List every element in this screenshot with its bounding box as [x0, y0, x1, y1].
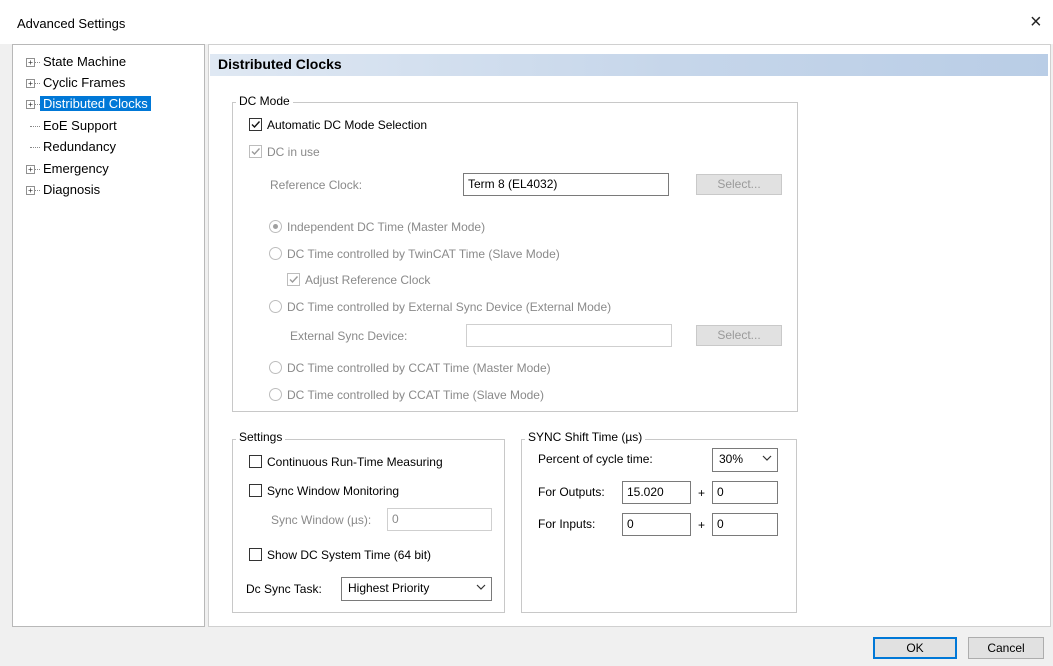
- tree-item-emergency[interactable]: + Emergency: [26, 160, 112, 178]
- title-bar: [0, 0, 1053, 44]
- tree-item-label: EoE Support: [43, 118, 117, 133]
- auto-dc-mode-checkbox[interactable]: [249, 118, 262, 131]
- radio-ccat-slave-mode[interactable]: [269, 388, 282, 401]
- for-inputs-offset-field[interactable]: 0: [712, 513, 778, 536]
- continuous-runtime-checkbox[interactable]: [249, 455, 262, 468]
- for-outputs-offset-field[interactable]: 0: [712, 481, 778, 504]
- dc-sync-task-dropdown[interactable]: Highest Priority: [341, 577, 492, 601]
- external-sync-device-label: External Sync Device:: [290, 329, 408, 343]
- tree-item-cyclic-frames[interactable]: + Cyclic Frames: [26, 74, 128, 92]
- dc-sync-task-label: Dc Sync Task:: [246, 582, 322, 596]
- adjust-reference-clock-checkbox[interactable]: [287, 273, 300, 286]
- radio-label: DC Time controlled by CCAT Time (Master …: [287, 361, 551, 375]
- radio-label: Independent DC Time (Master Mode): [287, 220, 486, 234]
- external-sync-select-button[interactable]: Select...: [696, 325, 782, 346]
- show-dc-system-time-checkbox[interactable]: [249, 548, 262, 561]
- close-icon[interactable]: ×: [1030, 10, 1042, 34]
- tree-item-redundancy[interactable]: Redundancy: [26, 138, 119, 156]
- expand-icon[interactable]: +: [26, 58, 35, 67]
- for-outputs-label: For Outputs:: [538, 485, 605, 499]
- radio-twincat-time[interactable]: [269, 247, 282, 260]
- adjust-reference-clock-label: Adjust Reference Clock: [305, 273, 431, 287]
- cancel-button[interactable]: Cancel: [968, 637, 1044, 659]
- plus-sign: +: [698, 518, 706, 532]
- tree-item-label: Distributed Clocks: [40, 96, 151, 111]
- tree-item-distributed-clocks[interactable]: + Distributed Clocks: [26, 95, 151, 113]
- settings-group-label: Settings: [236, 430, 286, 444]
- tree-item-label: Cyclic Frames: [43, 75, 126, 90]
- sync-window-label: Sync Window (µs):: [271, 513, 372, 527]
- continuous-runtime-label: Continuous Run-Time Measuring: [267, 455, 443, 469]
- percent-cycle-label: Percent of cycle time:: [538, 452, 653, 466]
- radio-ccat-master-mode[interactable]: [269, 361, 282, 374]
- for-outputs-field[interactable]: 15.020: [622, 481, 691, 504]
- tree-item-label: State Machine: [43, 54, 127, 69]
- tree-item-label: Emergency: [43, 161, 109, 176]
- radio-label: DC Time controlled by TwinCAT Time (Slav…: [287, 247, 560, 261]
- sync-shift-group-label: SYNC Shift Time (µs): [525, 430, 646, 444]
- radio-external-sync-device[interactable]: [269, 300, 282, 313]
- dc-in-use-checkbox[interactable]: [249, 145, 262, 158]
- reference-clock-field[interactable]: Term 8 (EL4032): [463, 173, 669, 196]
- sync-window-field[interactable]: 0: [387, 508, 492, 531]
- ok-button[interactable]: OK: [873, 637, 957, 659]
- chevron-down-icon: [476, 584, 486, 590]
- reference-clock-label: Reference Clock:: [270, 178, 363, 192]
- for-inputs-label: For Inputs:: [538, 517, 596, 531]
- panel-title: Distributed Clocks: [218, 56, 342, 72]
- dc-mode-group-label: DC Mode: [236, 94, 293, 108]
- percent-cycle-dropdown[interactable]: 30%: [712, 448, 778, 472]
- tree-item-label: Diagnosis: [43, 182, 101, 197]
- tree-item-label: Redundancy: [43, 139, 116, 154]
- expand-icon[interactable]: +: [26, 165, 35, 174]
- reference-clock-select-button[interactable]: Select...: [696, 174, 782, 195]
- auto-dc-mode-label: Automatic DC Mode Selection: [267, 118, 428, 132]
- window-title: Advanced Settings: [17, 16, 126, 31]
- tree-item-eoe-support[interactable]: EoE Support: [26, 117, 120, 135]
- show-dc-system-time-label: Show DC System Time (64 bit): [267, 548, 432, 562]
- external-sync-device-field[interactable]: [466, 324, 672, 347]
- tree-item-diagnosis[interactable]: + Diagnosis: [26, 181, 103, 199]
- plus-sign: +: [698, 486, 706, 500]
- radio-label: DC Time controlled by CCAT Time (Slave M…: [287, 388, 544, 402]
- for-inputs-field[interactable]: 0: [622, 513, 691, 536]
- sync-window-monitoring-label: Sync Window Monitoring: [267, 484, 400, 498]
- dc-sync-task-value: Highest Priority: [348, 581, 430, 595]
- expand-icon[interactable]: +: [26, 100, 35, 109]
- expand-icon[interactable]: +: [26, 186, 35, 195]
- radio-label: DC Time controlled by External Sync Devi…: [287, 300, 612, 314]
- radio-independent-dc-time[interactable]: [269, 220, 282, 233]
- dc-in-use-label: DC in use: [267, 145, 320, 159]
- chevron-down-icon: [762, 455, 772, 461]
- percent-cycle-value: 30%: [719, 452, 744, 466]
- expand-icon[interactable]: +: [26, 79, 35, 88]
- tree-item-state-machine[interactable]: + State Machine: [26, 53, 129, 71]
- sync-window-monitoring-checkbox[interactable]: [249, 484, 262, 497]
